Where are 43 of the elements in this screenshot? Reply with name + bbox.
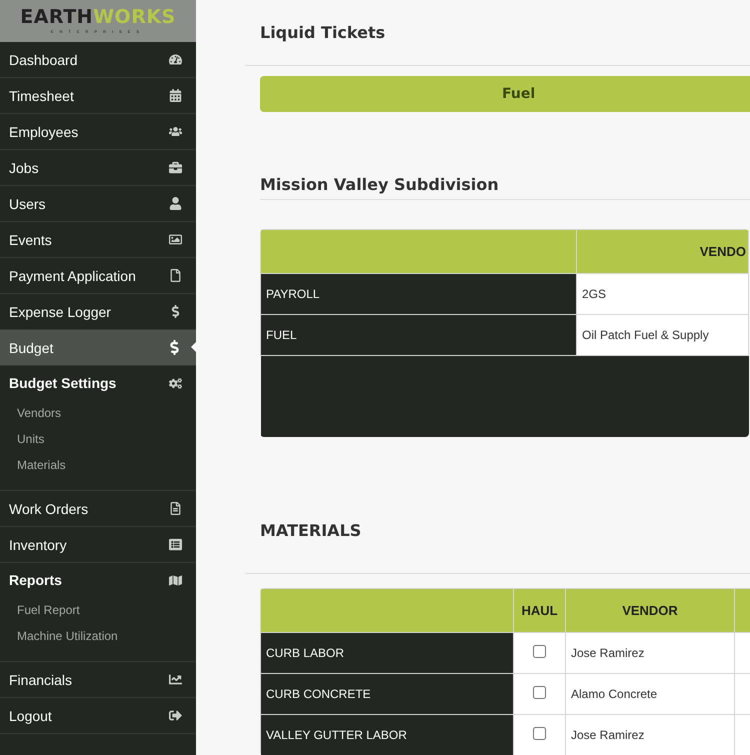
dashboard-gauge-icon <box>169 53 182 66</box>
image-icon <box>169 233 182 246</box>
section-title: MATERIALS <box>260 520 362 540</box>
haul-checkbox[interactable] <box>533 686 546 699</box>
dollar-icon <box>169 305 182 318</box>
sidebar-item[interactable]: Budget <box>0 330 196 366</box>
sidebar-subitem[interactable]: Materials <box>17 458 66 472</box>
section-title: Liquid Tickets <box>260 23 386 42</box>
sidebar-subitem[interactable]: Units <box>17 432 44 446</box>
person-icon <box>169 197 182 210</box>
briefcase-icon <box>169 161 182 174</box>
table-cell: Jose Ramirez <box>571 728 644 742</box>
table-cell: Oil Patch Fuel & Supply <box>582 328 709 342</box>
column-header: HAUL <box>521 603 558 618</box>
table-cell: CURB LABOR <box>266 646 344 660</box>
haul-checkbox[interactable] <box>533 645 546 658</box>
people-icon <box>169 125 182 138</box>
sidebar-subitem[interactable]: Fuel Report <box>17 603 80 617</box>
fuel-button[interactable]: Fuel <box>260 76 750 112</box>
table-cell: Jose Ramirez <box>571 646 644 660</box>
table-cell: VALLEY GUTTER LABOR <box>266 728 407 742</box>
logout-icon <box>169 709 182 722</box>
table-cell: 2GS <box>582 287 606 301</box>
line-chart-icon <box>169 673 182 686</box>
calendar-icon <box>169 89 182 102</box>
table-cell: FUEL <box>266 328 297 342</box>
sidebar-section-title[interactable]: Reports <box>9 572 62 588</box>
document-icon <box>169 502 182 515</box>
map-icon <box>169 574 182 586</box>
list-icon <box>169 538 182 551</box>
sidebar-section-title[interactable]: Budget Settings <box>9 375 116 391</box>
sidebar-subitem[interactable]: Machine Utilization <box>17 629 118 643</box>
pointer-icon <box>191 342 196 352</box>
table-cell: CURB CONCRETE <box>266 687 371 701</box>
gears-icon <box>169 376 182 390</box>
file-icon <box>169 269 182 282</box>
section-title: Mission Valley Subdivision <box>260 175 500 194</box>
table-cell: PAYROLL <box>266 287 320 301</box>
column-header: VENDOR <box>622 603 678 618</box>
table-cell: Alamo Concrete <box>571 687 658 701</box>
haul-checkbox[interactable] <box>533 727 546 740</box>
column-header: VENDO <box>700 244 746 259</box>
sidebar-subitem[interactable]: Vendors <box>17 406 62 420</box>
